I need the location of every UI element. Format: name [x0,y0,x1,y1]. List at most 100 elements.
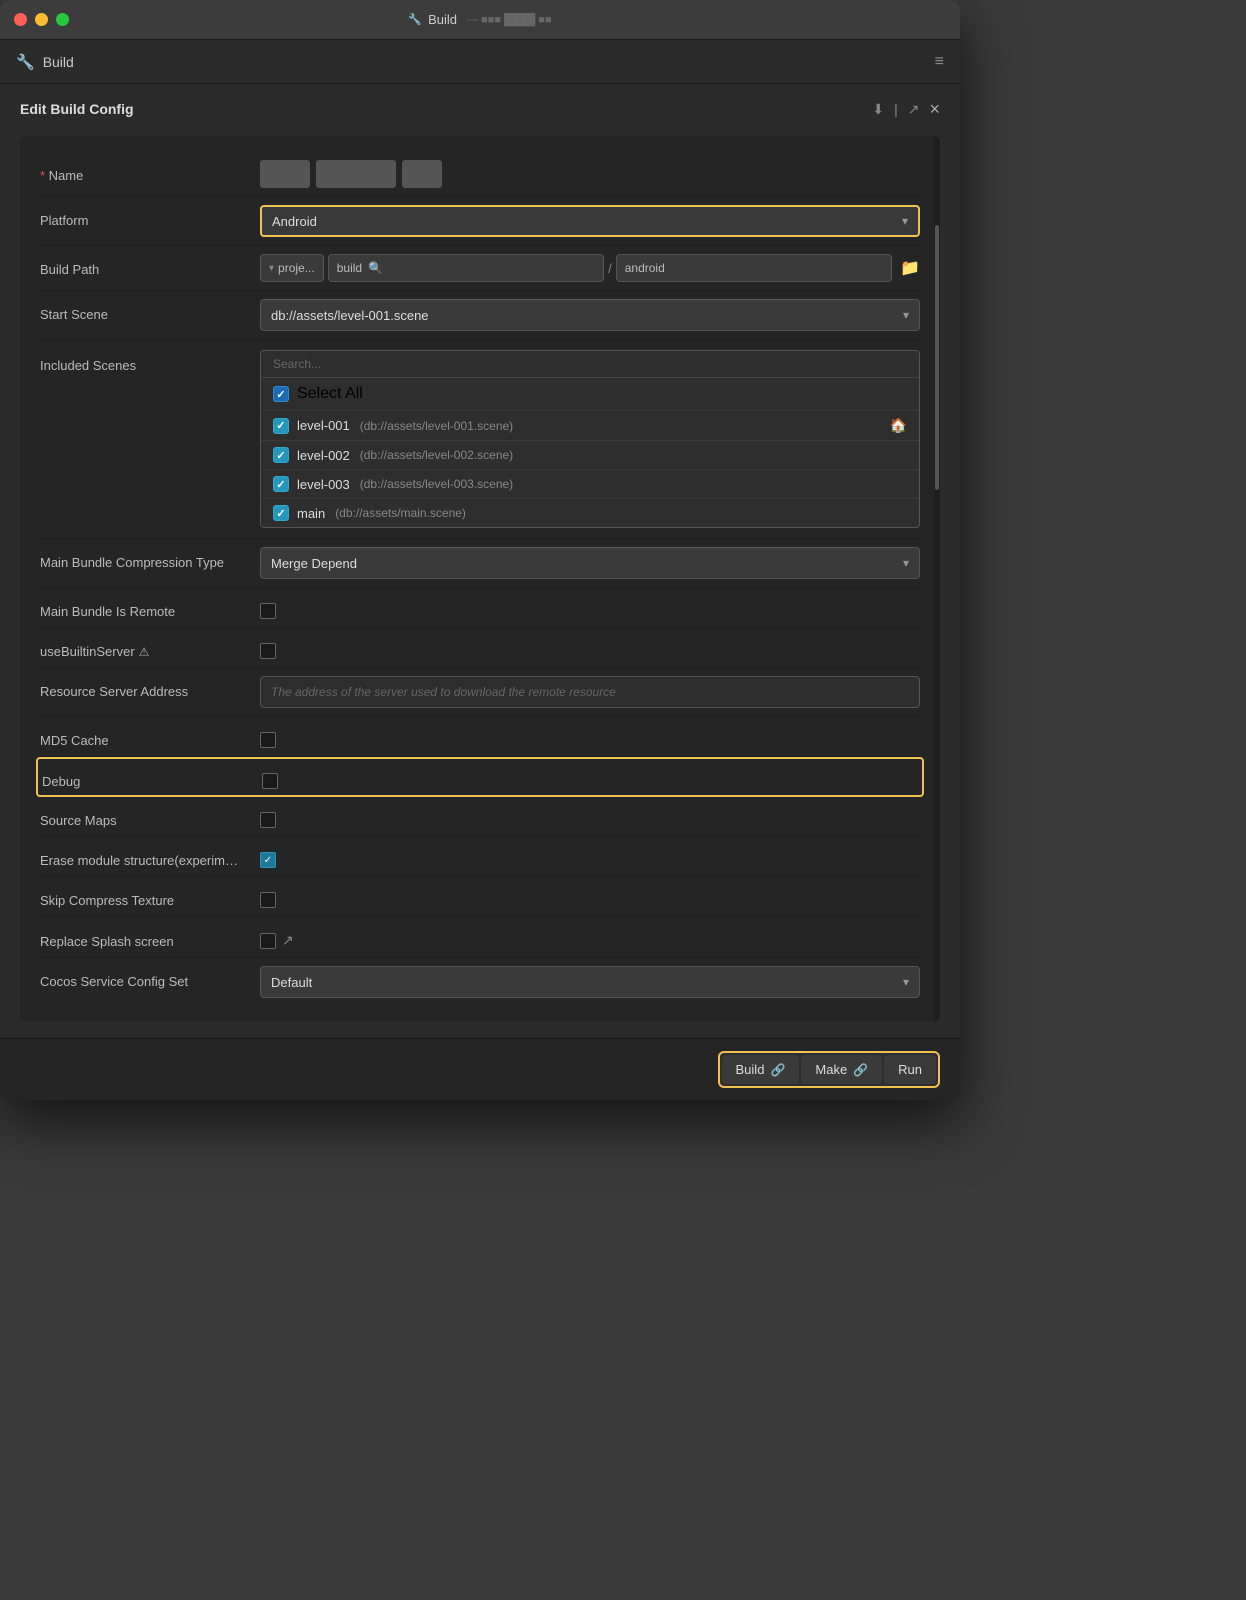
platform-select[interactable]: Android ▾ [260,205,920,237]
make-button[interactable]: Make 🔗 [801,1055,882,1084]
build-text: build [337,261,362,275]
use-builtin-server-checkbox[interactable] [260,643,276,659]
toolbar-label: Build [43,54,74,70]
name-label: Name [40,160,260,183]
home-icon: 🏠 [890,417,907,434]
start-scene-row: Start Scene db://assets/level-001.scene … [40,291,920,340]
build-path-row: Build Path ▾ proje... build 🔍 / [40,246,920,291]
erase-check-icon: ✓ [264,855,272,866]
menu-icon[interactable]: ≡ [935,53,944,71]
replace-splash-control: ↗ [260,925,920,949]
platform-row: Platform Android ▾ [40,197,920,246]
scene-path-level003: (db://assets/level-003.scene) [360,477,513,491]
action-buttons: Build 🔗 Make 🔗 Run [718,1051,940,1088]
scene-item-level001[interactable]: ✓ level-001 (db://assets/level-001.scene… [261,411,919,441]
panel-close-button[interactable]: × [929,100,940,118]
included-scenes-row: Included Scenes ✓ Select All [40,340,920,539]
source-maps-checkbox[interactable] [260,812,276,828]
source-maps-control [260,805,920,828]
scene-check-icon-3: ✓ [276,478,285,491]
project-segment[interactable]: ▾ proje... [260,254,324,282]
title-bar: 🔧 Build — ■■■ ████ ■■ [0,0,960,40]
skip-compress-control [260,885,920,908]
debug-label: Debug [42,766,262,789]
main-bundle-remote-label: Main Bundle Is Remote [40,596,260,619]
project-text: proje... [278,261,315,275]
scene-item-level003[interactable]: ✓ level-003 (db://assets/level-003.scene… [261,470,919,499]
folder-icon[interactable]: 📁 [900,258,920,278]
window-title-text: Build [428,12,457,27]
compression-chevron-icon: ▾ [903,556,909,570]
scene-checkbox-level001[interactable]: ✓ [273,418,289,434]
bottom-bar: Build 🔗 Make 🔗 Run [0,1038,960,1100]
close-button[interactable] [14,13,27,26]
build-icon: 🔧 [16,53,35,71]
search-icon[interactable]: 🔍 [368,261,383,275]
use-builtin-text: useBuiltinServer [40,644,135,659]
platform-value: Android [272,214,317,229]
app-toolbar-left: 🔧 Build [16,53,74,71]
android-path-input[interactable]: android [616,254,892,282]
skip-compress-checkbox[interactable] [260,892,276,908]
resource-server-control: The address of the server used to downlo… [260,676,920,708]
debug-checkbox[interactable] [262,773,278,789]
scenes-select-all[interactable]: ✓ Select All [261,378,919,411]
cocos-service-select[interactable]: Default ▾ [260,966,920,998]
main-bundle-remote-row: Main Bundle Is Remote [40,588,920,628]
main-bundle-compression-control: Merge Depend ▾ [260,547,920,579]
main-bundle-remote-checkbox[interactable] [260,603,276,619]
export-config-icon[interactable]: ↗ [908,101,920,118]
scenes-container: ✓ Select All ✓ level-001 (db://assets/le… [260,350,920,528]
make-label: Make [815,1062,847,1077]
replace-splash-row: Replace Splash screen ↗ [40,917,920,958]
source-maps-label: Source Maps [40,805,260,828]
save-config-icon[interactable]: ⬇ [872,101,884,118]
scrollbar-track[interactable] [934,136,940,1022]
erase-module-checkbox[interactable]: ✓ [260,852,276,868]
platform-control: Android ▾ [260,205,920,237]
scene-checkbox-level002[interactable]: ✓ [273,447,289,463]
android-text: android [625,261,665,275]
run-label: Run [898,1062,922,1077]
erase-module-label: Erase module structure(experim… [40,845,260,868]
make-link-icon: 🔗 [853,1063,868,1077]
start-scene-control: db://assets/level-001.scene ▾ [260,299,920,331]
skip-compress-label: Skip Compress Texture [40,885,260,908]
use-builtin-server-control [260,636,920,659]
build-button[interactable]: Build 🔗 [722,1055,800,1084]
build-title-icon: 🔧 [408,13,422,26]
replace-splash-checkbox[interactable] [260,933,276,949]
hamburger-icon[interactable]: ≡ [935,53,944,70]
build-path-control: ▾ proje... build 🔍 / android 📁 [260,254,920,282]
scene-checkbox-level003[interactable]: ✓ [273,476,289,492]
md5-cache-control [260,725,920,748]
scenes-search-input[interactable] [261,351,919,378]
replace-splash-link-icon[interactable]: ↗ [282,932,294,949]
cocos-service-control: Default ▾ [260,966,920,998]
window-controls [14,13,69,26]
scene-checkbox-main[interactable]: ✓ [273,505,289,521]
name-block-2 [316,160,396,188]
resource-server-input[interactable]: The address of the server used to downlo… [260,676,920,708]
erase-module-control: ✓ [260,845,920,868]
select-all-checkbox[interactable]: ✓ [273,386,289,402]
resource-server-row: Resource Server Address The address of t… [40,668,920,717]
minimize-button[interactable] [35,13,48,26]
scene-item-level002[interactable]: ✓ level-002 (db://assets/level-002.scene… [261,441,919,470]
scene-path-level001: (db://assets/level-001.scene) [360,419,513,433]
separator-icon: | [894,101,898,117]
run-button[interactable]: Run [884,1055,936,1084]
scene-item-main[interactable]: ✓ main (db://assets/main.scene) [261,499,919,527]
debug-control [262,766,918,789]
start-scene-select[interactable]: db://assets/level-001.scene ▾ [260,299,920,331]
maximize-button[interactable] [56,13,69,26]
use-builtin-server-row: useBuiltinServer ⚠ [40,628,920,668]
main-bundle-compression-select[interactable]: Merge Depend ▾ [260,547,920,579]
scene-check-icon-main: ✓ [276,507,285,520]
build-path-input[interactable]: build 🔍 [328,254,604,282]
debug-row: Debug [36,757,924,797]
md5-cache-checkbox[interactable] [260,732,276,748]
scrollbar-thumb[interactable] [935,225,939,491]
select-all-check-icon: ✓ [276,388,285,401]
use-builtin-server-label: useBuiltinServer ⚠ [40,636,260,659]
